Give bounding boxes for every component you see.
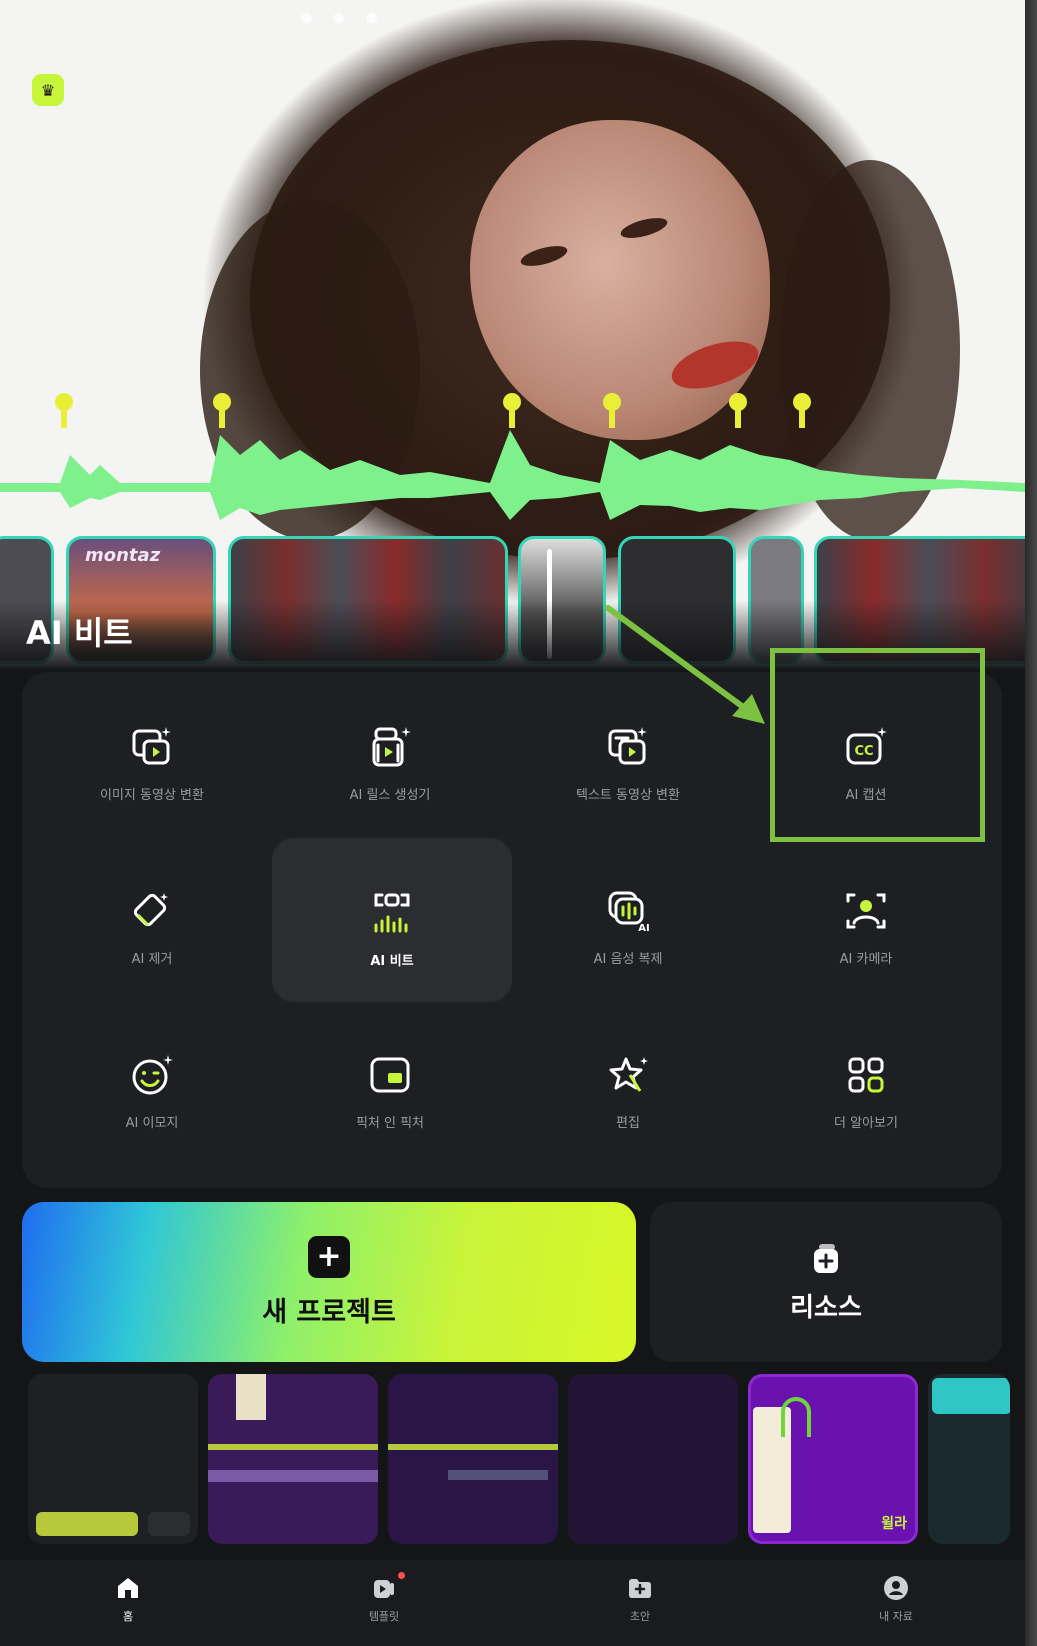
tool-label: AI 제거 xyxy=(131,952,173,967)
nav-label: 템플릿 xyxy=(368,1610,400,1623)
project-thumbnail[interactable] xyxy=(208,1374,378,1544)
recent-projects-strip: 윌라 xyxy=(0,1374,1025,1546)
window-edge xyxy=(1025,0,1037,1646)
tool-ai-reels-generator[interactable]: AI 릴스 생성기 xyxy=(270,672,510,836)
nav-label: 홈 xyxy=(122,1610,134,1623)
bottom-navigation: 홈 템플릿 초안 내 자료 xyxy=(0,1560,1025,1646)
emoji-icon xyxy=(129,1052,175,1098)
tool-ai-camera[interactable]: AI 카메라 xyxy=(746,836,986,1000)
tool-label: 편집 xyxy=(616,1116,640,1131)
resources-button[interactable]: 리소스 xyxy=(650,1202,1002,1362)
tool-learn-more[interactable]: 더 알아보기 xyxy=(746,1000,986,1164)
notification-dot xyxy=(398,1572,405,1579)
project-thumbnail[interactable]: 윌라 xyxy=(748,1374,918,1544)
reels-generator-icon xyxy=(367,724,413,770)
tool-ai-emoji[interactable]: AI 이모지 xyxy=(32,1000,272,1164)
tool-ai-beat[interactable]: AI 비트 xyxy=(272,838,512,1002)
tool-image-to-video[interactable]: 이미지 동영상 변환 xyxy=(32,672,272,836)
nav-my-materials[interactable]: 내 자료 xyxy=(836,1560,956,1646)
thumbnail-logo-text: montaz xyxy=(85,545,161,566)
template-icon xyxy=(374,1580,394,1598)
tool-label: AI 릴스 생성기 xyxy=(349,788,431,803)
tool-ai-remove[interactable]: AI 제거 xyxy=(32,836,272,1000)
project-thumbnail[interactable] xyxy=(928,1374,1010,1544)
svg-text:AI: AI xyxy=(638,923,649,933)
hero-banner[interactable]: ● ● ● montaz AI 비트 ♛ xyxy=(0,0,1025,670)
nav-template[interactable]: 템플릿 xyxy=(324,1560,444,1646)
star-edit-icon xyxy=(605,1052,651,1098)
beat-icon xyxy=(369,890,415,936)
pip-icon xyxy=(367,1052,413,1098)
tool-ai-voice-clone[interactable]: AI AI 음성 복제 xyxy=(508,836,748,1000)
voice-clone-icon: AI xyxy=(605,888,651,934)
project-corner-text: 윌라 xyxy=(881,1516,907,1532)
tool-edit[interactable]: 편집 xyxy=(508,1000,748,1164)
tool-label: AI 카메라 xyxy=(839,952,893,967)
annotation-arrow xyxy=(605,605,765,724)
beat-waveform xyxy=(0,393,1025,520)
tool-label: 텍스트 동영상 변환 xyxy=(576,788,680,803)
app-screen: ● ● ● montaz AI 비트 ♛ 이미지 동영상 변환 AI 릴스 생성… xyxy=(0,0,1025,1646)
draft-folder-icon xyxy=(629,1579,651,1598)
camera-person-icon xyxy=(843,888,889,934)
tool-label: 더 알아보기 xyxy=(834,1116,898,1131)
eraser-icon xyxy=(129,888,175,934)
project-thumbnail[interactable] xyxy=(568,1374,738,1544)
tool-label: AI 이모지 xyxy=(125,1116,179,1131)
resource-box-icon xyxy=(814,1243,838,1273)
tool-label: 이미지 동영상 변환 xyxy=(100,788,204,803)
project-thumbnail[interactable] xyxy=(388,1374,558,1544)
annotation-highlight-box xyxy=(770,648,985,842)
crown-icon[interactable]: ♛ xyxy=(32,74,64,106)
tool-label: 픽처 인 픽처 xyxy=(355,1116,425,1131)
grid-more-icon xyxy=(843,1052,889,1098)
tool-label: AI 음성 복제 xyxy=(593,952,663,967)
home-icon xyxy=(118,1578,138,1598)
profile-icon xyxy=(884,1576,908,1600)
new-project-label: 새 프로젝트 xyxy=(262,1296,396,1328)
image-to-video-icon xyxy=(129,724,175,770)
status-indicators: ● ● ● xyxy=(300,10,386,26)
tool-label: AI 비트 xyxy=(370,954,414,969)
nav-label: 내 자료 xyxy=(879,1610,913,1623)
new-project-button[interactable]: + 새 프로젝트 xyxy=(22,1202,636,1362)
hero-title: AI 비트 xyxy=(26,614,133,652)
nav-home[interactable]: 홈 xyxy=(68,1560,188,1646)
plus-icon: + xyxy=(308,1235,350,1278)
resources-label: 리소스 xyxy=(790,1292,862,1323)
tool-picture-in-picture[interactable]: 픽처 인 픽처 xyxy=(270,1000,510,1164)
nav-label: 초안 xyxy=(629,1610,651,1623)
nav-drafts[interactable]: 초안 xyxy=(580,1560,700,1646)
project-thumbnail[interactable] xyxy=(28,1374,198,1544)
